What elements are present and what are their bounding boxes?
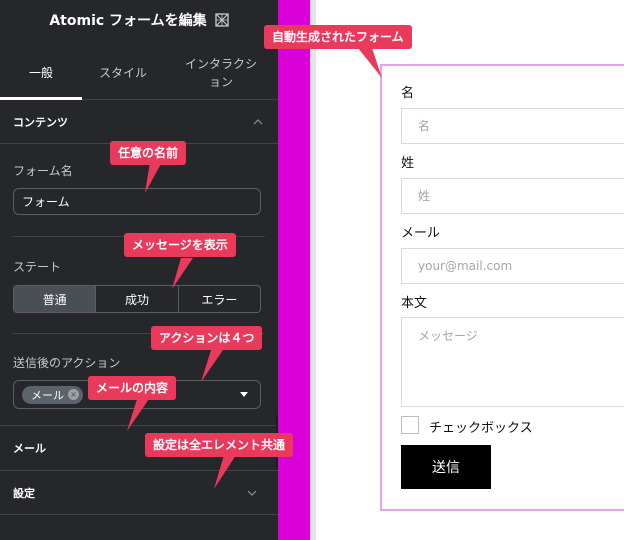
- callout-mail-content: メールの内容: [88, 376, 177, 400]
- panel-header: Atomic フォームを編集: [0, 0, 278, 40]
- chip-remove-icon[interactable]: ×: [68, 389, 79, 400]
- tab-interaction[interactable]: インタラクション: [164, 46, 278, 99]
- tail-auto-form: [358, 48, 382, 78]
- form-name-label: フォーム名: [13, 164, 73, 178]
- callout-auto-generated-form: 自動生成されたフォーム: [264, 25, 412, 49]
- tab-style[interactable]: スタイル: [82, 46, 164, 99]
- state-normal-option[interactable]: 普通: [14, 286, 97, 312]
- submit-button[interactable]: 送信: [401, 445, 491, 489]
- section-settings-label: 設定: [13, 486, 35, 500]
- chevron-up-icon: [253, 118, 263, 124]
- checkbox-label: チェックボックス: [429, 421, 533, 436]
- screen: Atomic フォームを編集 一般 スタイル インタラクション コンテンツ フォ…: [0, 0, 624, 540]
- callout-any-name: 任意の名前: [110, 141, 187, 165]
- tab-general[interactable]: 一般: [0, 46, 82, 100]
- first-name-label: 名: [401, 86, 415, 101]
- panel-title: Atomic フォームを編集: [49, 13, 207, 29]
- email-label: メール: [401, 226, 441, 241]
- action-chip[interactable]: メール ×: [22, 385, 83, 404]
- form-name-input[interactable]: [13, 188, 261, 215]
- grid-menu-icon[interactable]: [214, 13, 229, 27]
- checkbox[interactable]: [401, 416, 419, 434]
- message-textarea[interactable]: [401, 317, 624, 407]
- last-name-input[interactable]: [401, 178, 624, 214]
- dropdown-caret-icon[interactable]: [240, 392, 248, 397]
- state-error-option[interactable]: エラー: [179, 286, 260, 312]
- state-success-option[interactable]: 成功: [96, 286, 179, 312]
- section-mail-label: メール: [13, 442, 46, 455]
- chevron-down-icon: [247, 490, 257, 496]
- tab-bar: 一般 スタイル インタラクション: [0, 46, 278, 100]
- callout-four-actions: アクションは４つ: [151, 326, 263, 350]
- action-chip-label: メール: [31, 388, 64, 402]
- body-label: 本文: [401, 296, 428, 311]
- callout-common-settings: 設定は全エレメント共通: [145, 433, 294, 457]
- state-label: ステート: [13, 260, 62, 274]
- action-label: 送信後のアクション: [13, 356, 121, 370]
- section-content-header[interactable]: コンテンツ: [0, 100, 278, 144]
- first-name-input[interactable]: [401, 108, 624, 144]
- last-name-label: 姓: [401, 156, 415, 171]
- email-input[interactable]: [401, 248, 624, 284]
- editor-panel: Atomic フォームを編集 一般 スタイル インタラクション コンテンツ フォ…: [0, 0, 278, 540]
- callout-show-message: メッセージを表示: [124, 233, 236, 257]
- canvas-highlight-strip: [278, 0, 310, 540]
- section-settings-header[interactable]: 設定: [0, 470, 278, 515]
- section-content-label: コンテンツ: [13, 115, 68, 129]
- canvas-edge: [310, 0, 316, 540]
- state-selector: 普通 成功 エラー: [13, 285, 261, 313]
